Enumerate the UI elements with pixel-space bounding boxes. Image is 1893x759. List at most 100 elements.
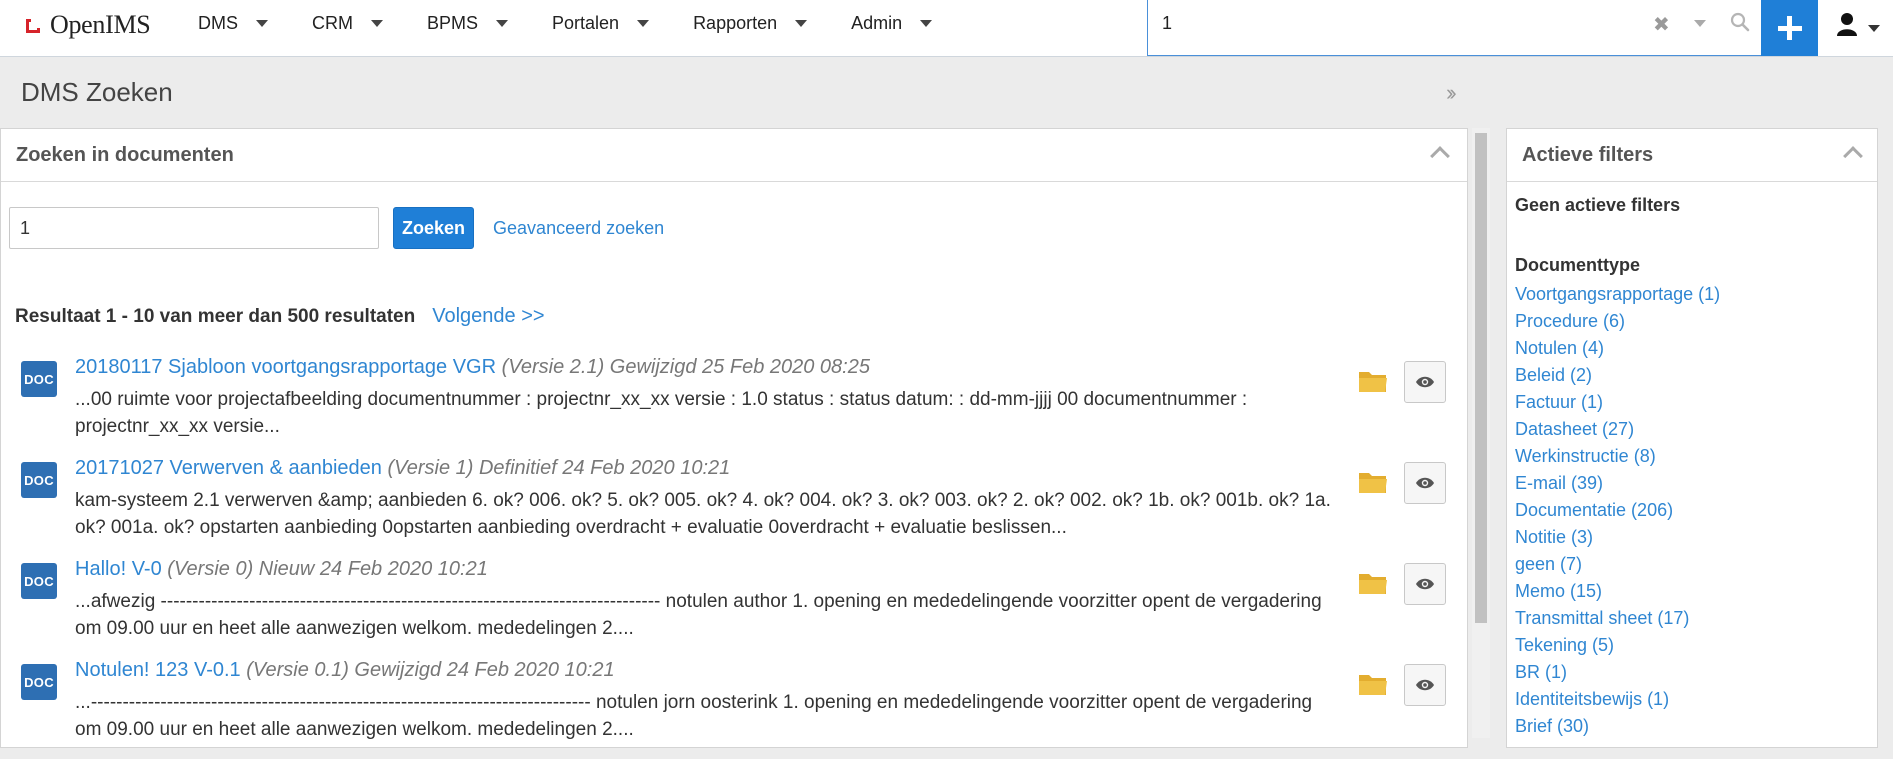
facet-link[interactable]: Voortgangsrapportage (1) xyxy=(1515,284,1720,304)
search-button[interactable]: Zoeken xyxy=(393,207,475,249)
nav-item-label: BPMS xyxy=(427,13,479,33)
nav-item-rapporten[interactable]: Rapporten xyxy=(693,13,808,34)
chevron-down-icon xyxy=(637,20,650,27)
list-item: DOC Notulen! 123 V-0.1 (Versie 0.1) Gewi… xyxy=(0,659,1468,759)
result-snippet: ...afwezig -----------------------------… xyxy=(75,591,1322,639)
facet-link[interactable]: BR (1) xyxy=(1515,662,1567,682)
filters-panel: Actieve filters Geen actieve filters Doc… xyxy=(1506,128,1878,748)
folder-icon[interactable] xyxy=(1358,368,1388,399)
facet-link[interactable]: geen (7) xyxy=(1515,554,1582,574)
nav-item-dms[interactable]: DMS xyxy=(198,13,268,34)
eye-icon xyxy=(1416,578,1434,590)
chevron-down-icon[interactable] xyxy=(1694,20,1706,27)
brand-logo-icon xyxy=(26,17,42,33)
nav-item-label: CRM xyxy=(312,13,353,33)
facet-link[interactable]: Identiteitsbewijs (1) xyxy=(1515,689,1669,709)
folder-icon[interactable] xyxy=(1358,671,1388,702)
facet-link[interactable]: Tekening (5) xyxy=(1515,635,1614,655)
result-title-row: Notulen! 123 V-0.1 (Versie 0.1) Gewijzig… xyxy=(75,659,615,682)
chevron-up-icon[interactable] xyxy=(1843,146,1863,166)
nav-item-crm[interactable]: CRM xyxy=(312,13,383,34)
eye-icon xyxy=(1416,477,1434,489)
search-panel-header: Zoeken in documenten xyxy=(1,129,1467,182)
nav-item-label: Rapporten xyxy=(693,13,778,33)
main-menu: DMS CRM BPMS Portalen Rapporten Admin xyxy=(198,0,976,47)
result-count: Resultaat 1 - 10 van meer dan 500 result… xyxy=(15,306,416,327)
page-title: DMS Zoeken xyxy=(21,77,173,107)
nav-item-bpms[interactable]: BPMS xyxy=(427,13,509,34)
facet-link[interactable]: Brief (30) xyxy=(1515,716,1589,736)
facet-link[interactable]: Notitie (3) xyxy=(1515,527,1593,547)
preview-button[interactable] xyxy=(1404,563,1446,605)
preview-button[interactable] xyxy=(1404,462,1446,504)
brand-name: OpenIMS xyxy=(50,10,151,39)
clear-icon[interactable]: ✖ xyxy=(1653,12,1670,37)
result-snippet: ...00 ruimte voor projectafbeelding docu… xyxy=(75,389,1248,437)
chevron-down-icon xyxy=(795,20,808,27)
facet-link[interactable]: Transmittal sheet (17) xyxy=(1515,608,1689,628)
advanced-search-link[interactable]: Geavanceerd zoeken xyxy=(493,218,664,239)
result-meta: (Versie 2.1) Gewijzigd 25 Feb 2020 08:25 xyxy=(501,356,870,378)
list-item: DOC 20180117 Sjabloon voortgangsrapporta… xyxy=(0,356,1468,456)
result-title-row: 20180117 Sjabloon voortgangsrapportage V… xyxy=(75,356,870,379)
user-menu[interactable] xyxy=(1836,12,1880,36)
facet-link[interactable]: Factuur (1) xyxy=(1515,392,1603,412)
preview-button[interactable] xyxy=(1404,361,1446,403)
preview-button[interactable] xyxy=(1404,664,1446,706)
filters-panel-title: Actieve filters xyxy=(1522,144,1654,166)
chevron-down-icon xyxy=(371,20,383,27)
no-active-filters: Geen actieve filters xyxy=(1515,195,1681,215)
nav-item-label: Portalen xyxy=(552,13,620,33)
folder-icon[interactable] xyxy=(1358,570,1388,601)
filters-panel-header: Actieve filters xyxy=(1507,129,1877,182)
result-title-row: 20171027 Verwerven & aanbieden (Versie 1… xyxy=(75,457,730,480)
doc-icon: DOC xyxy=(21,361,57,397)
facet-link[interactable]: Procedure (6) xyxy=(1515,311,1625,331)
nav-item-label: DMS xyxy=(198,13,238,33)
brand[interactable]: OpenIMS xyxy=(26,10,151,40)
facet-link[interactable]: E-mail (39) xyxy=(1515,473,1603,493)
result-summary: Resultaat 1 - 10 van meer dan 500 result… xyxy=(15,305,545,328)
result-title-link[interactable]: 20180117 Sjabloon voortgangsrapportage V… xyxy=(75,356,496,378)
chevron-down-icon xyxy=(496,20,509,27)
top-navbar: OpenIMS DMS CRM BPMS Portalen Rapporten … xyxy=(0,0,1893,57)
facet-link[interactable]: Notulen (4) xyxy=(1515,338,1604,358)
facet-title: Documenttype xyxy=(1515,255,1641,275)
doc-icon: DOC xyxy=(21,563,57,599)
document-search-input[interactable] xyxy=(9,207,379,249)
folder-icon[interactable] xyxy=(1358,469,1388,500)
result-meta: (Versie 1) Definitief 24 Feb 2020 10:21 xyxy=(387,457,731,479)
nav-item-portalen[interactable]: Portalen xyxy=(552,13,650,34)
search-panel-title: Zoeken in documenten xyxy=(16,144,234,166)
nav-item-admin[interactable]: Admin xyxy=(851,13,933,34)
next-page-link[interactable]: Volgende >> xyxy=(432,305,544,328)
result-meta: (Versie 0.1) Gewijzigd 24 Feb 2020 10:21 xyxy=(246,659,615,681)
search-icon[interactable] xyxy=(1730,12,1750,37)
facet-link[interactable]: Beleid (2) xyxy=(1515,365,1592,385)
facet-link[interactable]: Documentatie (206) xyxy=(1515,500,1673,520)
result-snippet: kam-systeem 2.1 verwerven &amp; aanbiede… xyxy=(75,490,1331,538)
list-item: DOC Hallo! V-0 (Versie 0) Nieuw 24 Feb 2… xyxy=(0,558,1468,658)
result-title-link[interactable]: Notulen! 123 V-0.1 xyxy=(75,659,241,681)
add-button[interactable] xyxy=(1761,0,1818,56)
nav-item-label: Admin xyxy=(851,13,903,33)
chevron-down-icon xyxy=(256,20,268,27)
eye-icon xyxy=(1416,376,1434,388)
global-search-input[interactable] xyxy=(1162,8,1642,38)
plus-icon-vertical xyxy=(1787,16,1792,40)
double-chevron-right-icon[interactable]: ›› xyxy=(1446,80,1456,106)
facet-link[interactable]: Werkinstructie (8) xyxy=(1515,446,1656,466)
result-title-link[interactable]: 20171027 Verwerven & aanbieden xyxy=(75,457,382,479)
result-title-link[interactable]: Hallo! V-0 xyxy=(75,558,162,580)
facet-list: Voortgangsrapportage (1) Procedure (6) N… xyxy=(1515,281,1720,740)
chevron-up-icon[interactable] xyxy=(1430,146,1450,166)
result-snippet: ...-------------------------------------… xyxy=(75,692,1313,740)
chevron-down-icon xyxy=(920,20,933,27)
facet-link[interactable]: Datasheet (27) xyxy=(1515,419,1634,439)
result-title-row: Hallo! V-0 (Versie 0) Nieuw 24 Feb 2020 … xyxy=(75,558,488,581)
eye-icon xyxy=(1416,679,1434,691)
scrollbar-thumb[interactable] xyxy=(1475,133,1487,623)
result-meta: (Versie 0) Nieuw 24 Feb 2020 10:21 xyxy=(167,558,488,580)
facet-link[interactable]: Memo (15) xyxy=(1515,581,1602,601)
user-icon xyxy=(1837,13,1857,36)
